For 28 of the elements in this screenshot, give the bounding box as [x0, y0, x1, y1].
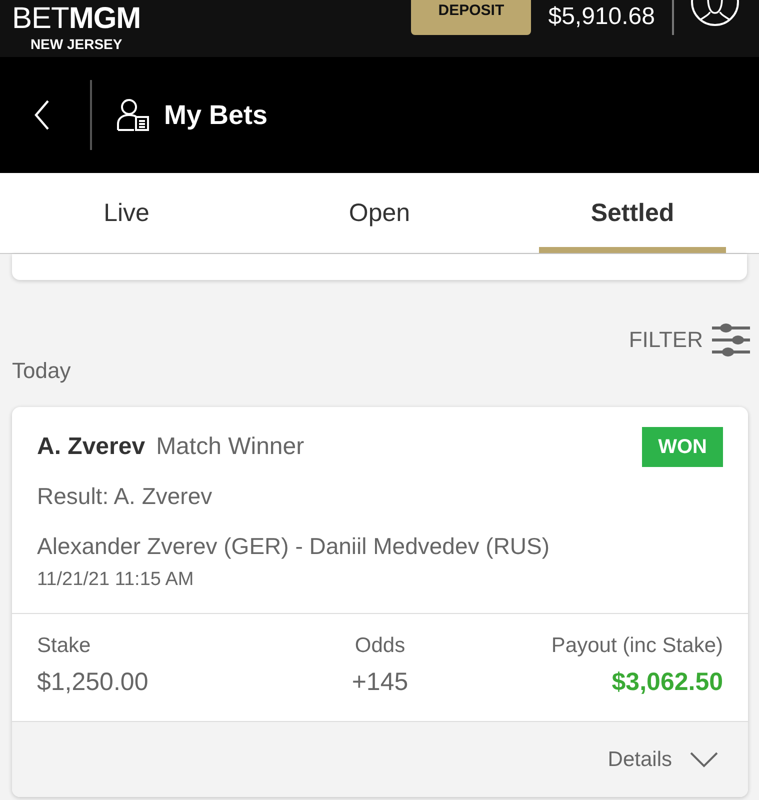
region-label: NEW JERSEY: [30, 36, 122, 52]
stat-label: Odds: [354, 633, 406, 659]
section-heading: Today: [12, 358, 71, 384]
chevron-down-icon: [690, 752, 718, 768]
tab[interactable]: Live: [33, 173, 220, 253]
bet-selection: A. Zverev: [37, 433, 146, 461]
person-list-icon: [116, 98, 150, 132]
tab[interactable]: Open: [286, 173, 473, 253]
details-button[interactable]: Details: [608, 742, 718, 778]
stat-value: $1,250.00: [37, 667, 148, 698]
event-datetime: 11/21/21 11:15 AM: [37, 568, 194, 592]
filter-button[interactable]: FILTER: [628, 322, 750, 358]
bet-market: Match Winner: [156, 433, 304, 461]
status-badge: WON: [642, 427, 723, 467]
account-balance: $5,910.68: [548, 2, 655, 32]
back-button[interactable]: [34, 100, 50, 130]
bet-result: Result: A. Zverev: [37, 482, 212, 511]
chevron-left-icon: [34, 100, 50, 130]
deposit-button[interactable]: DEPOSIT: [411, 0, 532, 35]
stat-label: Payout (inc Stake): [551, 633, 723, 659]
stat-label: Stake: [37, 633, 91, 659]
stat-value: $3,062.50: [612, 667, 723, 698]
stat-value: +145: [352, 667, 408, 698]
event-name: Alexander Zverev (GER) - Daniil Medvedev (RUS): [37, 532, 550, 561]
page-title: My Bets: [164, 99, 268, 132]
sliders-icon: [712, 323, 750, 357]
profile-icon[interactable]: [690, 0, 740, 28]
logo: BETMGM: [12, 4, 141, 34]
